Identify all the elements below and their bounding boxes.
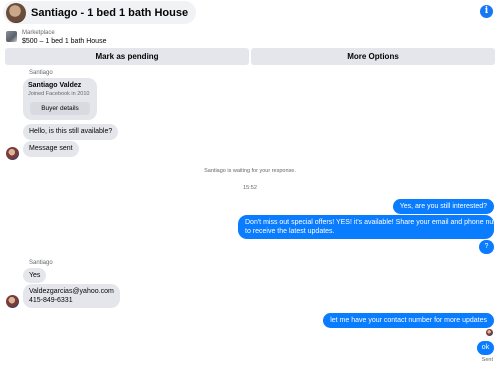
sender-name: Santiago bbox=[29, 70, 53, 76]
more-options-button[interactable]: More Options bbox=[251, 48, 495, 65]
contact-email[interactable]: Valdezgarcias@yahoo.com bbox=[29, 287, 114, 296]
message-line: to receive the latest updates. bbox=[245, 228, 335, 235]
buyer-joined: Joined Facebook in 2010 bbox=[28, 91, 90, 97]
message-bubble: Hello, is this still available? bbox=[23, 124, 119, 140]
listing-summary[interactable]: Marketplace $500 – 1 bed 1 bath House bbox=[0, 29, 500, 48]
outgoing-message: Don't miss out special offers! YES! it's… bbox=[238, 215, 500, 239]
message-bubble: Valdezgarcias@yahoo.com 415-849-6331 bbox=[23, 284, 120, 308]
buyer-profile-card: Santiago Valdez Joined Facebook in 2010 … bbox=[23, 78, 97, 120]
outgoing-message: Yes, are you still interested? bbox=[392, 199, 494, 214]
message-bubble: Message sent bbox=[23, 141, 79, 157]
message-bubble: Yes bbox=[23, 268, 47, 283]
chat-title-button[interactable]: Santiago - 1 bed 1 bath House bbox=[3, 1, 197, 24]
timestamp: 15:52 bbox=[243, 185, 257, 191]
sender-avatar[interactable] bbox=[6, 295, 19, 308]
message-line: Don't miss out special offers! YES! it's… bbox=[245, 219, 500, 226]
listing-actions: Mark as pending More Options bbox=[0, 48, 500, 65]
contact-phone[interactable]: 415-849-6331 bbox=[29, 296, 114, 305]
mark-as-pending-button[interactable]: Mark as pending bbox=[5, 48, 249, 65]
listing-thumbnail bbox=[6, 31, 17, 42]
outgoing-message: let me have your contact number for more… bbox=[323, 313, 494, 328]
listing-price-title: $500 – 1 bed 1 bath House bbox=[22, 38, 107, 45]
contact-avatar[interactable] bbox=[6, 3, 26, 23]
sender-avatar[interactable] bbox=[6, 147, 19, 160]
listing-source: Marketplace bbox=[22, 30, 55, 36]
outgoing-message: ? bbox=[479, 240, 494, 254]
info-icon[interactable]: i bbox=[480, 5, 493, 18]
buyer-details-button[interactable]: Buyer details bbox=[30, 102, 90, 115]
delivery-status: Sent bbox=[481, 357, 493, 363]
outgoing-message: ok bbox=[477, 341, 494, 355]
buyer-name: Santiago Valdez bbox=[28, 82, 82, 89]
chat-header: Santiago - 1 bed 1 bath House i bbox=[0, 0, 500, 27]
sender-name: Santiago bbox=[29, 260, 53, 266]
chat-title: Santiago - 1 bed 1 bath House bbox=[31, 6, 189, 19]
read-receipt-avatar bbox=[486, 329, 493, 336]
waiting-note: Santiago is waiting for your response. bbox=[204, 168, 296, 174]
